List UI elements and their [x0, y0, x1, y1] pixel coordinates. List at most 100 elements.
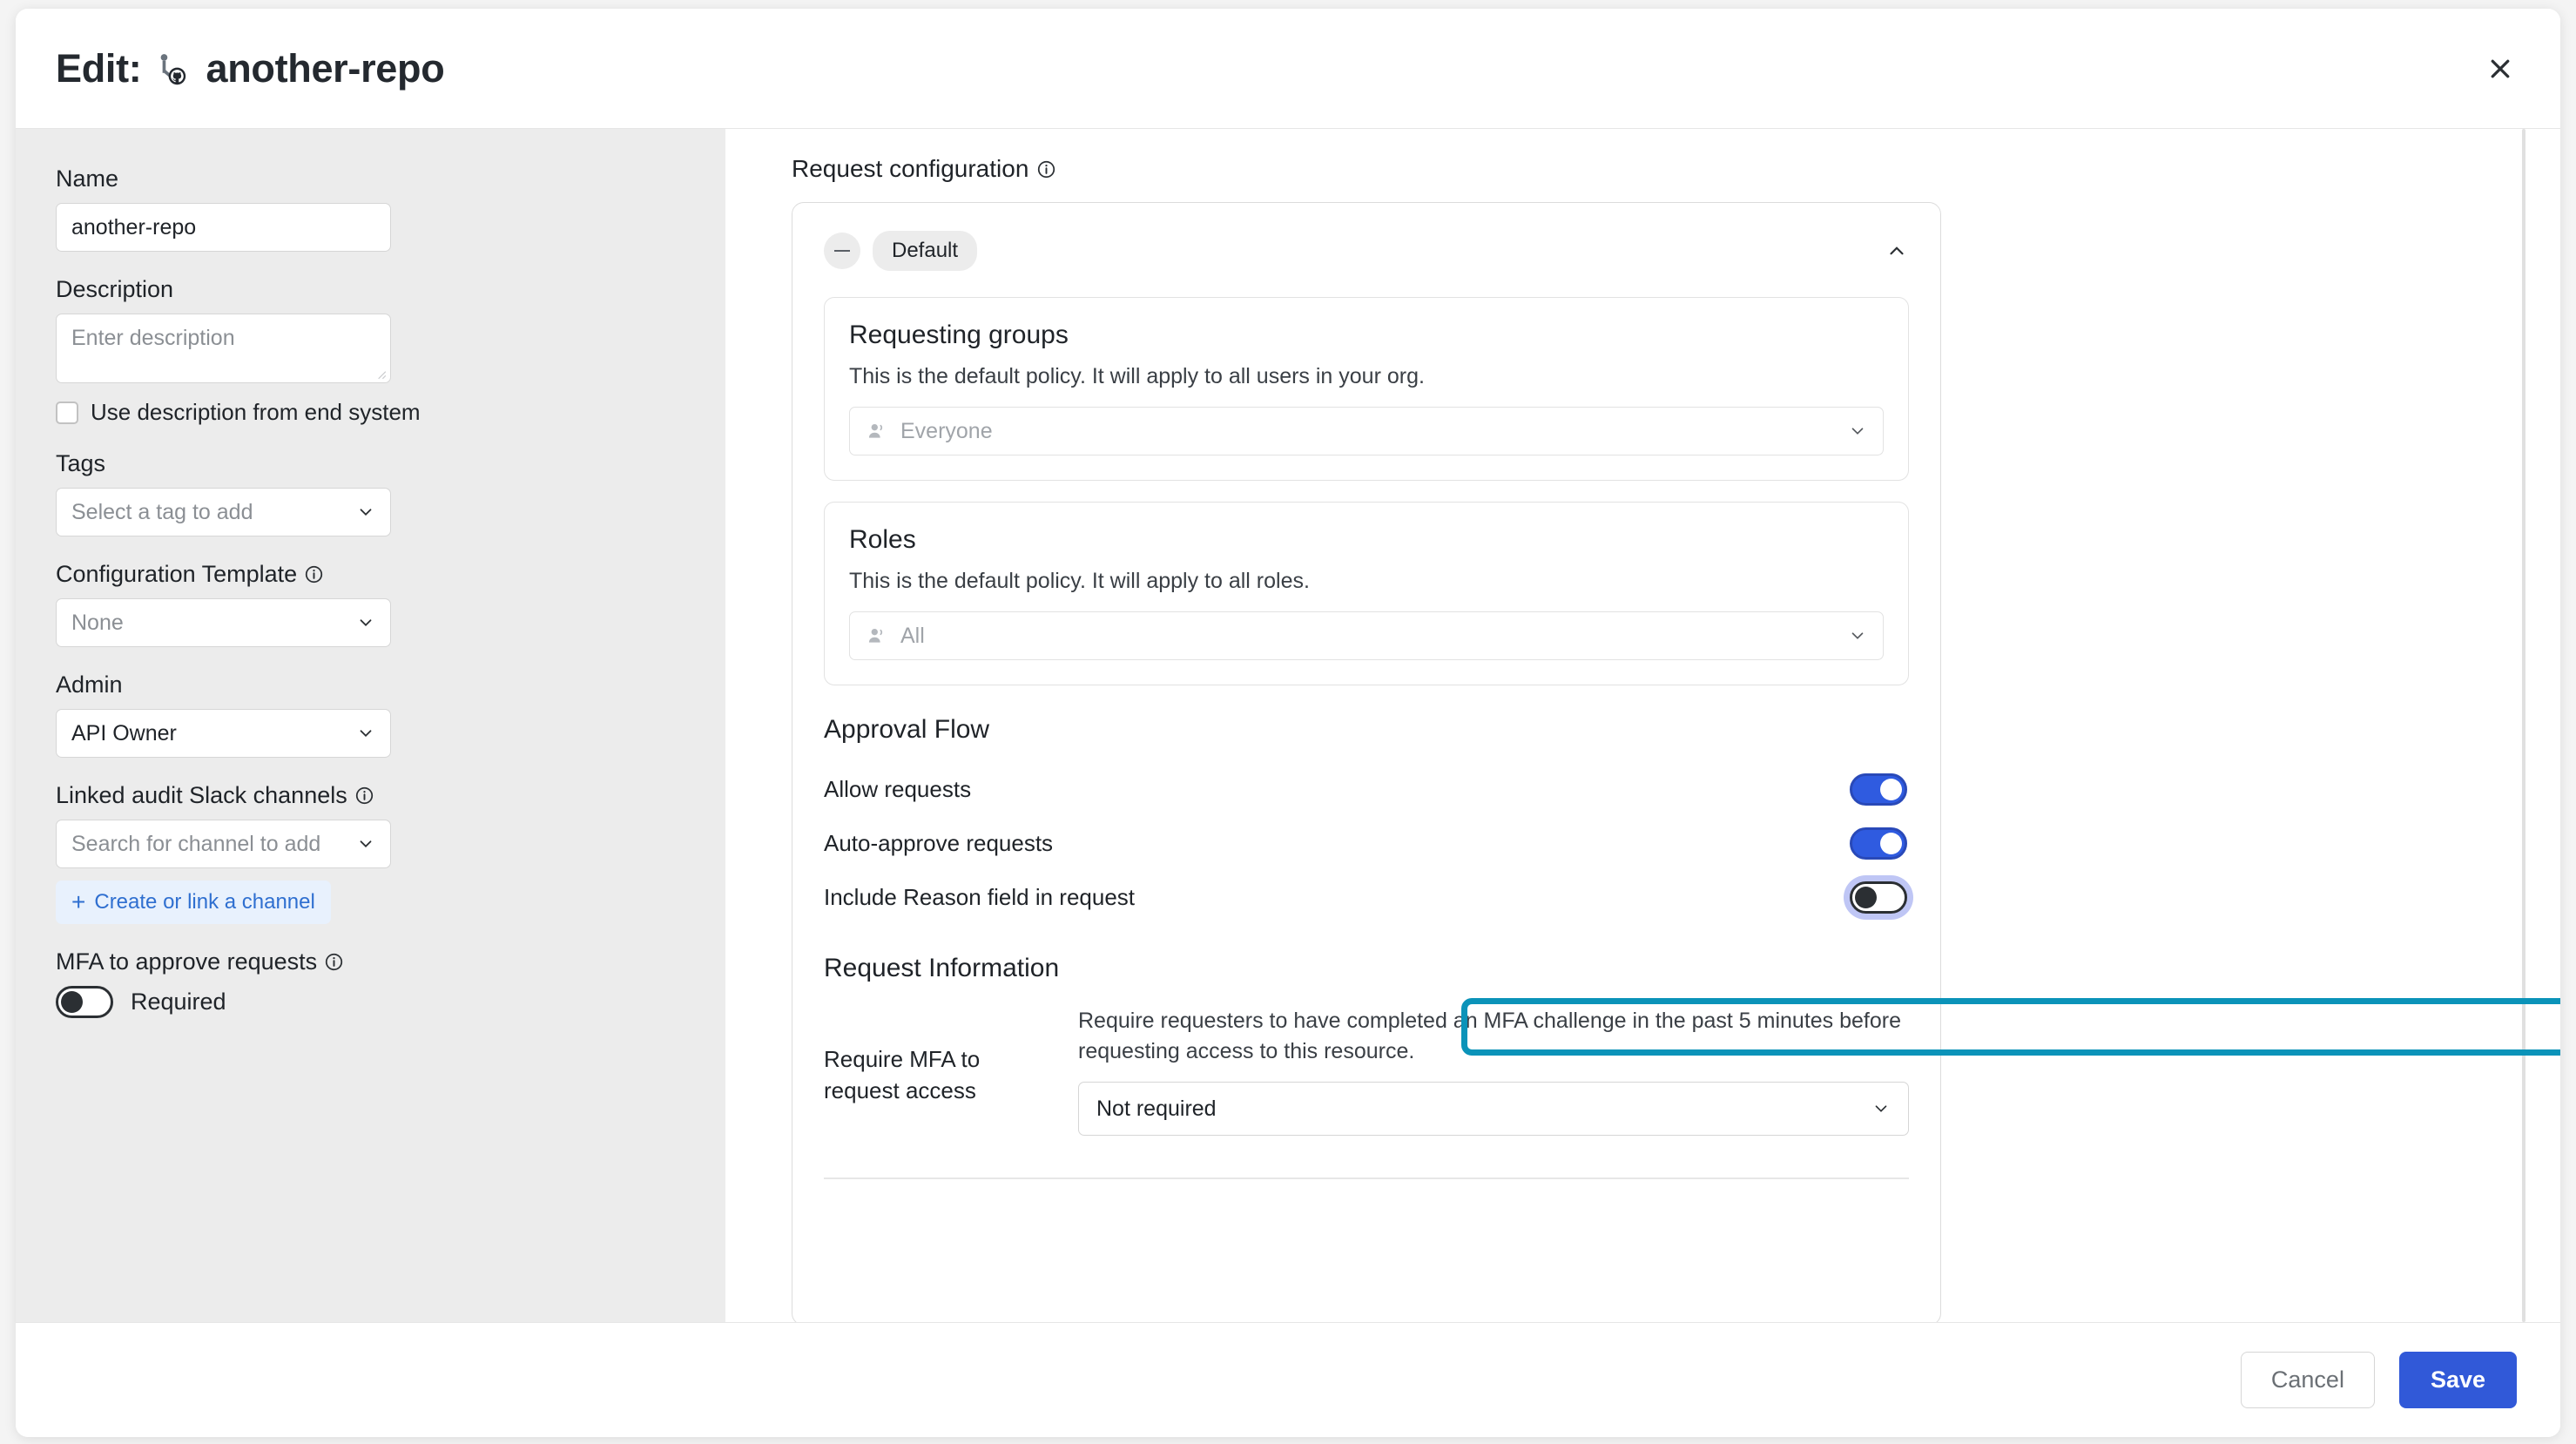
require-mfa-block: Require MFA to request access Require re… [824, 1006, 1909, 1136]
sidebar-bottom-fade [16, 1312, 725, 1322]
mfa-approve-toggle-label: Required [131, 989, 226, 1016]
tags-label: Tags [56, 450, 685, 477]
name-label: Name [56, 165, 685, 192]
requesting-groups-heading: Requesting groups [849, 321, 1884, 350]
slack-channel-placeholder: Search for channel to add [71, 832, 320, 857]
title-prefix: Edit: [56, 46, 141, 91]
chevron-down-icon [356, 613, 375, 632]
edit-resource-modal: Edit: another-repo Name [16, 9, 2560, 1437]
policy-chip[interactable]: Default [873, 231, 977, 271]
roles-description: This is the default policy. It will appl… [849, 569, 1884, 594]
main-scrollbar[interactable] [2522, 129, 2525, 1322]
admin-field-group: Admin API Owner [56, 671, 685, 758]
plus-icon: + [71, 890, 85, 914]
modal-body: Name another-repo Description Enter desc… [16, 129, 2560, 1322]
roles-value: All [900, 624, 1836, 649]
cancel-button[interactable]: Cancel [2241, 1352, 2375, 1408]
auto-approve-requests-label: Auto-approve requests [824, 830, 1053, 857]
auto-approve-requests-toggle[interactable] [1850, 827, 1907, 860]
slack-channel-select[interactable]: Search for channel to add [56, 820, 391, 868]
description-placeholder: Enter description [71, 326, 235, 350]
modal-footer: Cancel Save [16, 1322, 2560, 1437]
chevron-down-icon [1871, 1099, 1891, 1118]
toggle-row-auto-approve-requests: Auto-approve requests [824, 816, 1909, 870]
use-description-checkbox[interactable] [56, 401, 78, 424]
chevron-down-icon [356, 834, 375, 854]
toggle-knob [1880, 833, 1902, 854]
require-mfa-label: Require MFA to request access [824, 1006, 1049, 1136]
approval-flow-heading: Approval Flow [824, 715, 1909, 745]
description-field-group: Description Enter description Use descri… [56, 276, 685, 426]
use-description-checkbox-label: Use description from end system [91, 399, 421, 426]
mfa-approve-label: MFA to approve requests [56, 948, 685, 975]
toggle-row-allow-requests: Allow requests [824, 762, 1909, 816]
page-title: Edit: another-repo [56, 46, 444, 91]
require-mfa-description: Require requesters to have completed an … [1078, 1006, 1909, 1066]
info-icon[interactable] [325, 953, 343, 971]
requesting-groups-description: This is the default policy. It will appl… [849, 364, 1884, 389]
roles-select[interactable]: All [849, 611, 1884, 660]
include-reason-toggle[interactable] [1850, 881, 1907, 914]
info-icon[interactable] [305, 565, 323, 584]
tags-field-group: Tags Select a tag to add [56, 450, 685, 536]
chevron-down-icon [356, 503, 375, 522]
tags-select[interactable]: Select a tag to add [56, 488, 391, 536]
github-repo-icon [153, 49, 193, 89]
toggle-knob [1855, 887, 1877, 908]
configuration-template-select[interactable]: None [56, 598, 391, 647]
tags-select-value: Select a tag to add [71, 500, 253, 525]
name-input[interactable]: another-repo [56, 203, 391, 252]
request-configuration-title: Request configuration [792, 155, 2494, 183]
policy-card-header: Default [824, 226, 1909, 276]
close-icon[interactable] [2480, 49, 2520, 89]
mfa-approve-group: MFA to approve requests Required [56, 948, 685, 1018]
configuration-template-value: None [71, 611, 124, 636]
modal-header: Edit: another-repo [16, 9, 2560, 129]
roles-card: Roles This is the default policy. It wil… [824, 502, 1909, 685]
create-channel-label: Create or link a channel [94, 890, 314, 914]
requesting-groups-value: Everyone [900, 419, 1836, 444]
chevron-down-icon [1848, 422, 1867, 441]
mfa-approve-toggle-row: Required [56, 986, 685, 1018]
allow-requests-label: Allow requests [824, 776, 971, 803]
resource-details-sidebar: Name another-repo Description Enter desc… [16, 129, 725, 1322]
include-reason-label: Include Reason field in request [824, 884, 1135, 911]
slack-channels-group: Linked audit Slack channels Search for c… [56, 782, 685, 924]
chevron-down-icon [1848, 626, 1867, 645]
admin-label: Admin [56, 671, 685, 698]
chevron-down-icon [356, 724, 375, 743]
create-or-link-channel-button[interactable]: + Create or link a channel [56, 881, 331, 924]
allow-requests-toggle[interactable] [1850, 773, 1907, 806]
people-icon [866, 624, 888, 647]
request-information-heading: Request Information [824, 954, 1909, 983]
people-icon [866, 420, 888, 442]
require-mfa-select[interactable]: Not required [1078, 1082, 1909, 1136]
info-icon[interactable] [355, 786, 374, 805]
request-configuration-panel: Request configuration Default [725, 129, 2560, 1322]
resource-name: another-repo [206, 46, 444, 91]
info-icon[interactable] [1037, 160, 1055, 179]
description-input[interactable]: Enter description [56, 314, 391, 383]
use-description-checkbox-row[interactable]: Use description from end system [56, 399, 685, 426]
configuration-template-label: Configuration Template [56, 561, 685, 588]
name-field-group: Name another-repo [56, 165, 685, 252]
save-button[interactable]: Save [2399, 1352, 2517, 1408]
configuration-template-group: Configuration Template None [56, 561, 685, 647]
mfa-approve-toggle[interactable] [56, 986, 113, 1018]
toggle-knob [1880, 779, 1902, 800]
section-divider [824, 1177, 1909, 1179]
description-label: Description [56, 276, 685, 303]
require-mfa-value: Not required [1096, 1096, 1217, 1122]
admin-select[interactable]: API Owner [56, 709, 391, 758]
admin-select-value: API Owner [71, 721, 177, 746]
chevron-up-icon[interactable] [1885, 239, 1909, 263]
slack-channels-label: Linked audit Slack channels [56, 782, 685, 809]
requesting-groups-card: Requesting groups This is the default po… [824, 297, 1909, 481]
default-policy-card: Default Requesting groups This is the de… [792, 202, 1941, 1322]
toggle-knob [61, 991, 83, 1013]
roles-heading: Roles [849, 525, 1884, 555]
toggle-row-include-reason: Include Reason field in request [824, 870, 1909, 924]
resize-grip-icon [374, 368, 387, 380]
requesting-groups-select[interactable]: Everyone [849, 407, 1884, 455]
minus-icon[interactable] [824, 233, 860, 269]
